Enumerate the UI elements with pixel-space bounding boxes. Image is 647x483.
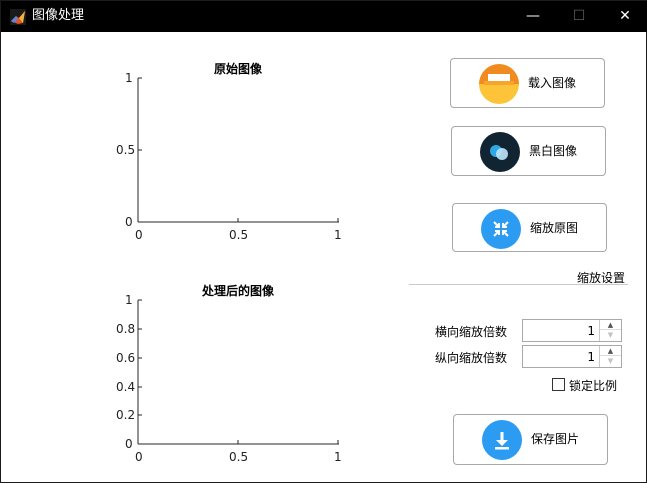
increment-icon[interactable]: ▲ [600, 320, 621, 330]
load-image-label: 载入图像 [528, 76, 577, 90]
lock-ratio-checkbox[interactable] [552, 378, 565, 391]
restore-zoom-label: 缩放原图 [530, 221, 579, 235]
y-tick-label: 0.2 [116, 408, 136, 422]
save-image-label: 保存图片 [531, 432, 580, 446]
y-tick-label: 0.6 [116, 351, 136, 365]
maximize-button[interactable]: ☐ [556, 1, 602, 32]
vertical-scale-value[interactable]: 1 [587, 350, 595, 364]
y-tick-label: 0 [125, 215, 133, 229]
horizontal-scale-label: 横向缩放倍数 [435, 325, 508, 339]
folder-icon [479, 64, 519, 104]
window-title: 图像处理 [32, 8, 85, 23]
matlab-app-icon [10, 9, 26, 25]
download-icon [482, 420, 522, 460]
y-tick-label: 1 [125, 71, 133, 85]
x-tick-label: 0.5 [229, 228, 249, 242]
y-tick-label: 0.4 [116, 380, 136, 394]
y-tick-label: 0 [125, 437, 133, 451]
x-tick-label: 0 [135, 228, 143, 242]
shrink-icon [481, 209, 521, 249]
black-white-button[interactable]: 黑白图像 [451, 126, 606, 176]
restore-zoom-button[interactable]: 缩放原图 [452, 203, 607, 252]
x-tick-label: 1 [334, 450, 342, 464]
processed-image-axes[interactable] [131, 293, 346, 453]
horizontal-scale-spinner[interactable]: 1 ▲ ▼ [522, 319, 622, 342]
vertical-scale-label: 纵向缩放倍数 [435, 351, 508, 365]
app-window: 图像处理 — ☐ ✕ 原始图像 1 0.5 0 0 0.5 1 处理后的图像 1… [0, 0, 647, 483]
circles-icon [480, 132, 520, 172]
close-button[interactable]: ✕ [602, 1, 647, 32]
minimize-button[interactable]: — [510, 1, 556, 32]
lock-ratio-label[interactable]: 锁定比例 [569, 377, 617, 394]
x-tick-label: 0.5 [229, 450, 249, 464]
y-tick-label: 0.5 [116, 143, 136, 157]
decrement-icon[interactable]: ▼ [600, 330, 621, 340]
section-divider [409, 284, 628, 285]
x-tick-label: 0 [135, 450, 143, 464]
y-tick-label: 0.8 [116, 322, 136, 336]
save-image-button[interactable]: 保存图片 [453, 414, 608, 465]
spinner-arrows: ▲ ▼ [599, 320, 621, 341]
spinner-arrows: ▲ ▼ [599, 346, 621, 367]
x-tick-label: 1 [334, 228, 342, 242]
increment-icon[interactable]: ▲ [600, 346, 621, 356]
title-bar[interactable]: 图像处理 — ☐ ✕ [1, 1, 647, 32]
horizontal-scale-value[interactable]: 1 [587, 324, 595, 338]
load-image-button[interactable]: 载入图像 [450, 58, 605, 108]
decrement-icon[interactable]: ▼ [600, 356, 621, 366]
black-white-label: 黑白图像 [529, 144, 578, 158]
original-image-axes[interactable] [131, 71, 346, 231]
y-tick-label: 1 [125, 293, 133, 307]
vertical-scale-spinner[interactable]: 1 ▲ ▼ [522, 345, 622, 368]
